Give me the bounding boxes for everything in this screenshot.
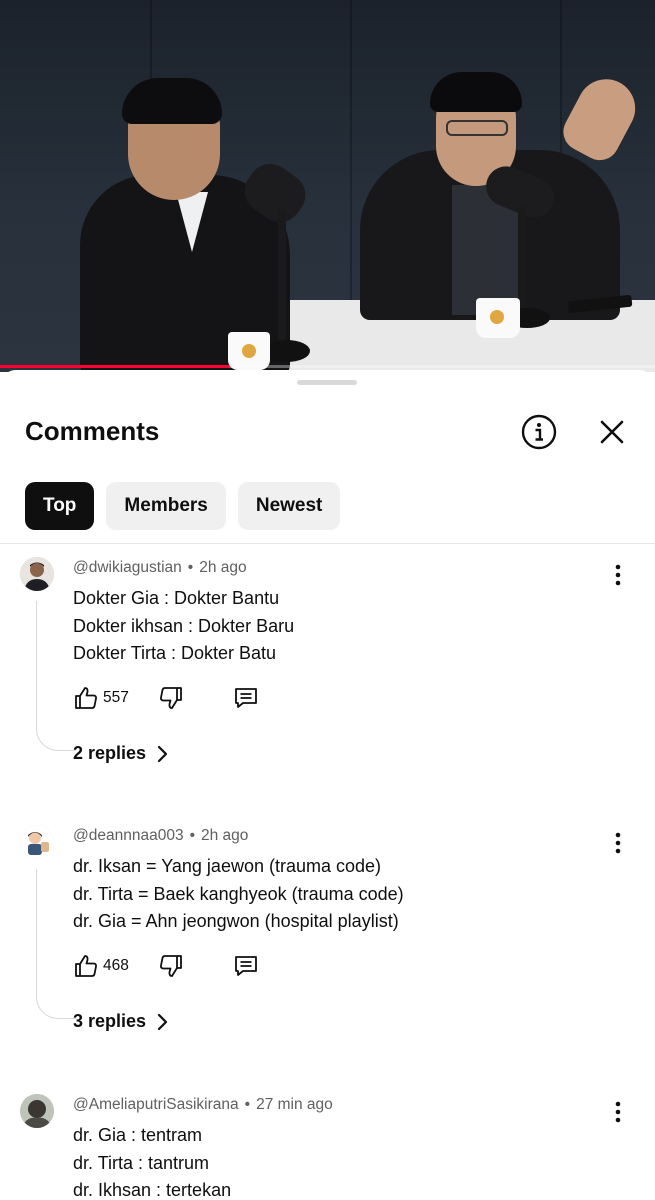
comments-sheet: Comments Top Members Newest @dwikiagusti…: [0, 370, 655, 1200]
comment-author[interactable]: @AmeliaputriSasikirana: [73, 1096, 239, 1113]
info-circle-icon[interactable]: [521, 414, 557, 450]
mic-stand: [278, 210, 286, 345]
like-button[interactable]: 468: [73, 953, 129, 979]
like-count: 468: [103, 957, 129, 974]
comment-text: dr. Iksan = Yang jaewon (trauma code) dr…: [73, 853, 404, 936]
view-replies-button[interactable]: 2 replies: [73, 743, 172, 764]
comment-author[interactable]: @dwikiagustian: [73, 559, 182, 576]
thread-line: [36, 601, 76, 751]
reply-button[interactable]: [233, 685, 259, 711]
drag-handle[interactable]: [297, 380, 357, 385]
thread-line: [36, 869, 76, 1019]
mug-logo: [490, 310, 504, 324]
comment-actions: 468: [73, 953, 273, 983]
comment-time: 2h ago: [201, 827, 249, 844]
comment-meta: @deannnaa003 • 2h ago: [73, 827, 248, 845]
comment-icon: [235, 956, 257, 976]
like-button[interactable]: 557: [73, 685, 129, 711]
raised-hand: [556, 69, 646, 167]
thumbs-down-icon: [160, 955, 182, 977]
thumbs-down-icon: [160, 687, 182, 709]
comment-time: 27 min ago: [256, 1096, 333, 1113]
comment-line: Dokter ikhsan : Dokter Baru: [73, 615, 295, 636]
meta-separator: •: [244, 1096, 251, 1113]
comment-line: dr. Tirta = Baek kanghyeok (trauma code): [73, 883, 404, 904]
video-progress-fill: [0, 365, 230, 368]
glasses: [446, 120, 508, 136]
avatar[interactable]: [20, 1094, 54, 1128]
avatar[interactable]: [20, 825, 54, 859]
comment-line: dr. Gia : tentram: [73, 1125, 203, 1145]
more-vertical-icon[interactable]: [608, 563, 628, 587]
more-vertical-icon[interactable]: [608, 1100, 628, 1124]
chevron-right-icon: [157, 1013, 168, 1030]
chip-top[interactable]: Top: [25, 482, 95, 530]
mug: [476, 298, 520, 338]
comment-author[interactable]: @deannnaa003: [73, 827, 184, 844]
comment-text: Dokter Gia : Dokter Bantu Dokter ikhsan …: [73, 585, 294, 668]
host-left-hair: [122, 78, 222, 124]
chip-newest[interactable]: Newest: [237, 482, 341, 530]
dislike-button[interactable]: [158, 953, 184, 979]
comment-actions: 557: [73, 685, 273, 715]
close-icon[interactable]: [594, 414, 630, 450]
video-player[interactable]: [0, 0, 655, 372]
filter-chips: Top Members Newest: [25, 482, 341, 530]
mug-logo: [242, 344, 256, 358]
dislike-button[interactable]: [158, 685, 184, 711]
meta-separator: •: [189, 827, 195, 844]
thumbs-up-icon: [75, 687, 97, 709]
comment-line: dr. Gia = Ahn jeongwon (hospital playlis…: [73, 911, 399, 931]
comment-time: 2h ago: [199, 559, 247, 576]
thumbs-up-icon: [75, 955, 97, 977]
divider: [0, 543, 655, 544]
comment-text: dr. Gia : tentram dr. Tirta : tantrum dr…: [73, 1122, 231, 1200]
view-replies-button[interactable]: 3 replies: [73, 1011, 172, 1032]
like-count: 557: [103, 689, 129, 706]
comment-line: dr. Tirta : tantrum: [73, 1152, 210, 1173]
replies-label: 3 replies: [73, 1011, 147, 1031]
comment-icon: [235, 688, 257, 708]
wall-panel: [350, 0, 352, 300]
sheet-title: Comments: [25, 416, 160, 446]
host-right-hair: [430, 72, 522, 112]
comment-line: Dokter Gia : Dokter Bantu: [73, 588, 280, 608]
comment-meta: @AmeliaputriSasikirana • 27 min ago: [73, 1096, 333, 1114]
comment-line: dr. Ikhsan : tertekan: [73, 1180, 232, 1200]
avatar[interactable]: [20, 557, 54, 591]
comment-meta: @dwikiagustian • 2h ago: [73, 559, 247, 577]
video-progress-bar[interactable]: [0, 365, 655, 368]
reply-button[interactable]: [233, 953, 259, 979]
chevron-right-icon: [157, 745, 168, 762]
meta-separator: •: [187, 559, 194, 576]
comment-line: dr. Iksan = Yang jaewon (trauma code): [73, 856, 382, 876]
more-vertical-icon[interactable]: [608, 831, 628, 855]
chip-members[interactable]: Members: [106, 482, 226, 530]
comment-line: Dokter Tirta : Dokter Batu: [73, 643, 277, 663]
replies-label: 2 replies: [73, 743, 147, 763]
mic-base: [264, 340, 310, 362]
